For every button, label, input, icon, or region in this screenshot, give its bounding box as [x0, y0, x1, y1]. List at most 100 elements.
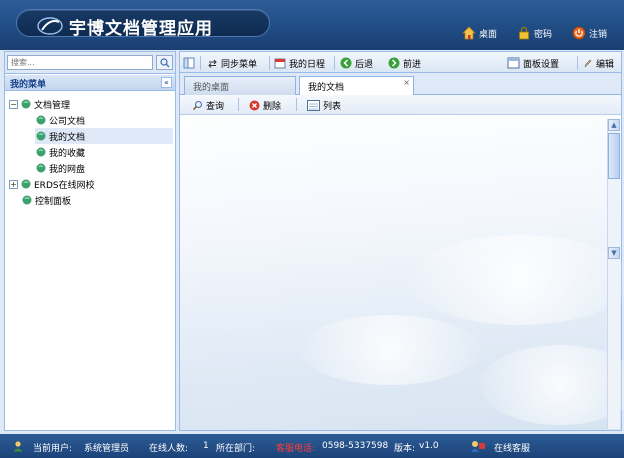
current-user-value: 系统管理员 [84, 444, 130, 454]
my-schedule-button[interactable]: 我的日程 [274, 55, 325, 71]
password-link[interactable]: 密码 [517, 26, 552, 40]
document-toolbar: 查询 删除 列表 [180, 95, 621, 115]
panel-settings-button[interactable]: 面板设置 [507, 55, 559, 71]
service-phone-label: 客服电话: [276, 444, 316, 454]
toolbar-divider [269, 56, 270, 70]
collapse-panel-button[interactable]: « [161, 77, 172, 88]
tab-bar: 我的桌面 我的文档 × [179, 73, 622, 96]
menu-title: 我的菜单 [10, 80, 47, 90]
left-menu-panel: 我的菜单 « − 文档管理 公司文档 我的文档 我的收藏 我的网盘 + ERDS… [4, 51, 176, 431]
background-cloud [480, 345, 624, 425]
tab-my-desktop[interactable]: 我的桌面 [184, 76, 296, 95]
online-count-value: 1 [203, 441, 209, 451]
tab-close-icon[interactable]: × [403, 78, 410, 87]
edit-button[interactable]: 编辑 [583, 55, 614, 71]
logout-link[interactable]: 注销 [572, 26, 607, 40]
tree-item-company-docs[interactable]: 公司文档 [35, 112, 173, 128]
scroll-up-arrow-icon[interactable]: ▲ [608, 119, 620, 131]
service-phone-value: 0598-5337598 [322, 441, 389, 451]
toolbar-divider [238, 98, 239, 111]
home-icon [462, 26, 476, 40]
tree-item-label: 文档管理 [34, 100, 71, 111]
back-button[interactable]: 后退 [340, 55, 373, 71]
leaf-node-icon [36, 131, 46, 141]
background-cloud [410, 235, 624, 325]
tree-item-my-favorites[interactable]: 我的收藏 [35, 144, 173, 160]
delete-label: 删除 [263, 102, 282, 112]
delete-icon [249, 100, 260, 111]
query-icon [192, 100, 203, 111]
toolbar-divider [577, 56, 578, 70]
back-arrow-icon [340, 57, 352, 69]
status-bar: 当前用户: 系统管理员 在线人数: 1 所在部门: 客服电话: 0598-533… [0, 434, 624, 458]
list-icon [307, 100, 320, 111]
app-header: 宇博文档管理应用 桌面 密码 注销 [0, 0, 624, 50]
query-label: 查询 [206, 102, 225, 112]
folder-node-icon [21, 99, 31, 109]
desktop-link-label: 桌面 [479, 29, 498, 40]
leaf-node-icon [36, 147, 46, 157]
sidebar-search-input[interactable] [7, 55, 153, 70]
leaf-node-icon [22, 195, 32, 205]
tree-item-label: ERDS在线网校 [34, 180, 95, 191]
tab-my-documents[interactable]: 我的文档 × [299, 76, 414, 96]
online-service-link[interactable]: 在线客服 [494, 441, 530, 454]
department-label: 所在部门: [216, 444, 256, 454]
menu-header: 我的菜单 « [5, 75, 175, 91]
calendar-icon [274, 58, 286, 69]
tree-item-my-drive[interactable]: 我的网盘 [35, 160, 173, 176]
edit-label: 编辑 [596, 59, 615, 70]
tree-item-control-panel[interactable]: 控制面板 [21, 192, 71, 208]
app-logo-bar: 宇博文档管理应用 [16, 9, 270, 39]
online-count-label: 在线人数: [149, 444, 189, 454]
tree-item-label: 我的文档 [49, 132, 86, 143]
query-button[interactable]: 查询 [192, 98, 224, 113]
forward-arrow-icon [388, 57, 400, 69]
tree-item-my-docs[interactable]: 我的文档 [35, 128, 173, 144]
panel-settings-icon [507, 57, 520, 69]
power-icon [572, 26, 586, 40]
desktop-link[interactable]: 桌面 [462, 26, 497, 40]
pencil-icon [584, 59, 592, 67]
panel-toggle-icon [183, 57, 195, 69]
logout-link-label: 注销 [589, 29, 608, 40]
document-content-area: 查询 删除 列表 ▲ ▼ [179, 95, 624, 431]
current-user-label: 当前用户: [33, 444, 73, 454]
scroll-down-arrow-icon[interactable]: ▼ [608, 247, 620, 259]
tree-item-online-school[interactable]: + ERDS在线网校 [9, 176, 95, 192]
lock-icon [519, 26, 529, 40]
background-cloud [300, 315, 480, 385]
logo-emblem-icon [37, 17, 63, 35]
expand-toggle[interactable]: + [9, 179, 18, 189]
search-button[interactable] [156, 55, 173, 70]
main-toolbar: 同步菜单 我的日程 后退 前进 面板设置 编辑 [179, 51, 622, 73]
folder-node-icon [21, 179, 31, 189]
tree-item-doc-management[interactable]: − 文档管理 [9, 96, 70, 112]
user-icon [13, 441, 23, 452]
tree-item-label: 我的收藏 [49, 148, 86, 159]
delete-button[interactable]: 删除 [249, 98, 281, 113]
tab-label: 我的文档 [308, 83, 345, 93]
list-label: 列表 [323, 102, 342, 112]
tree-item-label: 控制面板 [35, 196, 72, 207]
forward-button[interactable]: 前进 [388, 55, 421, 71]
vertical-scrollbar[interactable]: ▲ ▼ [607, 119, 620, 429]
scrollbar-thumb[interactable] [608, 133, 620, 179]
toolbar-divider [334, 56, 335, 70]
list-button[interactable]: 列表 [307, 98, 341, 113]
sync-menu-label: 同步菜单 [221, 59, 258, 70]
panel-settings-label: 面板设置 [523, 59, 560, 70]
online-service-icon [471, 441, 485, 452]
my-schedule-label: 我的日程 [289, 59, 326, 70]
version-label: 版本: [394, 444, 416, 454]
sidebar-search-bar [5, 52, 175, 74]
tree-item-label: 公司文档 [49, 116, 86, 127]
panel-toggle-button[interactable] [183, 55, 195, 71]
password-link-label: 密码 [534, 29, 553, 40]
version-value: v1.0 [419, 441, 439, 451]
collapse-toggle[interactable]: − [9, 99, 18, 109]
toolbar-divider [200, 56, 201, 70]
back-label: 后退 [355, 59, 374, 70]
forward-label: 前进 [403, 59, 422, 70]
sync-menu-button[interactable]: 同步菜单 [207, 55, 257, 71]
